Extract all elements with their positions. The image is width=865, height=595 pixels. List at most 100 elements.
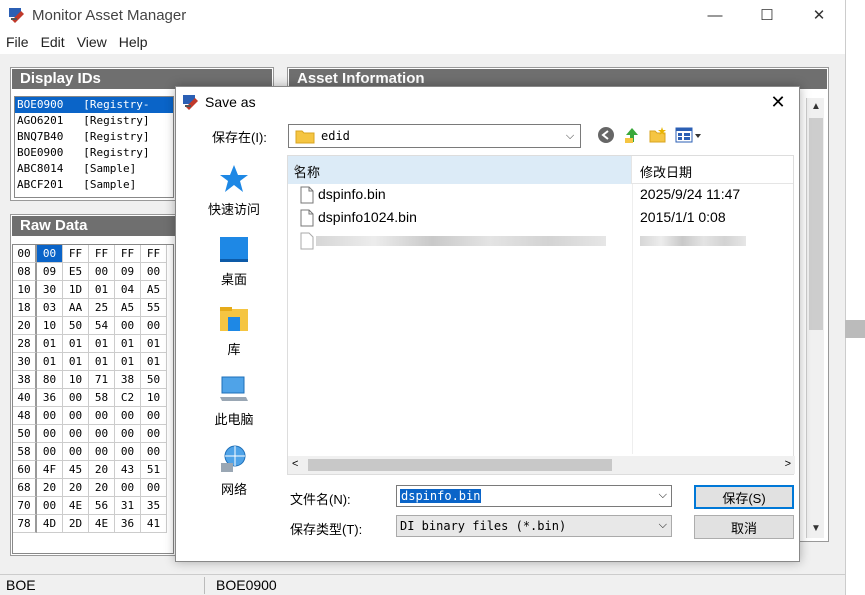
- raw-data-byte[interactable]: 01: [141, 353, 167, 371]
- raw-data-byte[interactable]: 09: [37, 263, 63, 281]
- raw-data-byte[interactable]: A5: [141, 281, 167, 299]
- up-folder-icon[interactable]: [622, 125, 642, 145]
- raw-data-byte[interactable]: 00: [37, 497, 63, 515]
- raw-data-byte[interactable]: FF: [141, 245, 167, 263]
- horizontal-scrollbar[interactable]: < >: [288, 456, 795, 474]
- raw-data-byte[interactable]: 51: [141, 461, 167, 479]
- hscroll-thumb[interactable]: [308, 459, 612, 471]
- raw-data-byte[interactable]: 10: [63, 371, 89, 389]
- display-id-item[interactable]: ABCF201 [Sample]: [15, 177, 173, 193]
- raw-data-byte[interactable]: 04: [115, 281, 141, 299]
- place-library[interactable]: 库: [194, 303, 274, 358]
- filetype-select[interactable]: DI binary files (*.bin) ⌵: [396, 515, 672, 537]
- column-dropdown-icon[interactable]: ⌵: [294, 162, 304, 178]
- menu-help[interactable]: Help: [113, 34, 154, 50]
- raw-data-byte[interactable]: 00: [63, 443, 89, 461]
- raw-data-byte[interactable]: 25: [89, 299, 115, 317]
- raw-data-byte[interactable]: 00: [89, 425, 115, 443]
- chevron-down-icon[interactable]: ⌵: [659, 489, 667, 502]
- raw-data-byte[interactable]: 54: [89, 317, 115, 335]
- raw-data-byte[interactable]: 00: [89, 263, 115, 281]
- column-name[interactable]: 名称 ^ ⌵: [288, 156, 632, 184]
- close-button[interactable]: ✕: [793, 0, 845, 30]
- raw-data-byte[interactable]: 01: [63, 335, 89, 353]
- raw-data-byte[interactable]: A5: [115, 299, 141, 317]
- raw-data-byte[interactable]: 01: [115, 353, 141, 371]
- raw-data-byte[interactable]: 00: [141, 407, 167, 425]
- raw-data-byte[interactable]: 10: [141, 389, 167, 407]
- menu-view[interactable]: View: [71, 34, 113, 50]
- menu-edit[interactable]: Edit: [35, 34, 71, 50]
- menu-file[interactable]: File: [0, 34, 35, 50]
- raw-data-byte[interactable]: 00: [115, 443, 141, 461]
- raw-data-byte[interactable]: 58: [89, 389, 115, 407]
- raw-data-byte[interactable]: 31: [115, 497, 141, 515]
- display-id-item[interactable]: BNQ7B40 [Registry]: [15, 129, 173, 145]
- maximize-button[interactable]: ☐: [741, 0, 793, 30]
- raw-data-byte[interactable]: 30: [37, 281, 63, 299]
- scrollbar-thumb[interactable]: [809, 118, 823, 330]
- raw-data-byte[interactable]: 10: [37, 317, 63, 335]
- raw-data-byte[interactable]: 43: [115, 461, 141, 479]
- save-in-combo[interactable]: edid ⌵: [288, 124, 581, 148]
- raw-data-byte[interactable]: 00: [37, 245, 63, 263]
- raw-data-byte[interactable]: 01: [63, 353, 89, 371]
- display-id-item[interactable]: BOE0900 [Registry]: [15, 145, 173, 161]
- raw-data-byte[interactable]: 00: [115, 317, 141, 335]
- raw-data-byte[interactable]: 4E: [89, 515, 115, 533]
- raw-data-byte[interactable]: 80: [37, 371, 63, 389]
- raw-data-byte[interactable]: 00: [37, 425, 63, 443]
- raw-data-byte[interactable]: 01: [37, 335, 63, 353]
- raw-data-byte[interactable]: 20: [37, 479, 63, 497]
- place-this-pc[interactable]: 此电脑: [194, 373, 274, 428]
- raw-data-byte[interactable]: 00: [115, 425, 141, 443]
- chevron-down-icon[interactable]: ⌵: [659, 519, 667, 532]
- back-icon[interactable]: [596, 125, 616, 145]
- raw-data-byte[interactable]: 4D: [37, 515, 63, 533]
- raw-data-byte[interactable]: 00: [115, 407, 141, 425]
- raw-data-byte[interactable]: 71: [89, 371, 115, 389]
- raw-data-byte[interactable]: 4F: [37, 461, 63, 479]
- asset-info-scrollbar[interactable]: ▲ ▼: [806, 98, 824, 538]
- raw-data-byte[interactable]: 01: [141, 335, 167, 353]
- place-desktop[interactable]: 桌面: [194, 233, 274, 288]
- raw-data-byte[interactable]: 20: [89, 461, 115, 479]
- scroll-left-icon[interactable]: <: [292, 458, 298, 470]
- raw-data-byte[interactable]: 50: [141, 371, 167, 389]
- raw-data-byte[interactable]: 01: [89, 353, 115, 371]
- raw-data-byte[interactable]: 00: [89, 407, 115, 425]
- display-id-item[interactable]: ABC8014 [Sample]: [15, 161, 173, 177]
- minimize-button[interactable]: —: [689, 0, 741, 30]
- raw-data-byte[interactable]: 36: [115, 515, 141, 533]
- cancel-button[interactable]: 取消: [694, 515, 794, 539]
- scroll-up-icon[interactable]: ▲: [807, 98, 825, 116]
- raw-data-byte[interactable]: 01: [89, 335, 115, 353]
- save-button[interactable]: 保存(S): [694, 485, 794, 509]
- raw-data-byte[interactable]: FF: [63, 245, 89, 263]
- raw-data-byte[interactable]: 01: [89, 281, 115, 299]
- display-ids-list[interactable]: BOE0900 [Registry- AGO6201 [Registry] BN…: [14, 96, 174, 198]
- place-network[interactable]: 网络: [194, 443, 274, 498]
- raw-data-byte[interactable]: C2: [115, 389, 141, 407]
- raw-data-byte[interactable]: 41: [141, 515, 167, 533]
- file-row[interactable]: dspinfo.bin 2025/9/24 11:47: [288, 184, 793, 206]
- raw-data-byte[interactable]: 4E: [63, 497, 89, 515]
- raw-data-byte[interactable]: AA: [63, 299, 89, 317]
- raw-data-byte[interactable]: 36: [37, 389, 63, 407]
- raw-data-byte[interactable]: 09: [115, 263, 141, 281]
- raw-data-byte[interactable]: 2D: [63, 515, 89, 533]
- file-row[interactable]: dspinfo1024.bin 2015/1/1 0:08: [288, 207, 793, 229]
- raw-data-byte[interactable]: 00: [115, 479, 141, 497]
- raw-data-byte[interactable]: 45: [63, 461, 89, 479]
- raw-data-byte[interactable]: 20: [63, 479, 89, 497]
- raw-data-byte[interactable]: 00: [141, 425, 167, 443]
- raw-data-byte[interactable]: 00: [63, 389, 89, 407]
- display-id-item[interactable]: BOE0900 [Registry-: [15, 97, 173, 113]
- raw-data-byte[interactable]: 1D: [63, 281, 89, 299]
- raw-data-byte[interactable]: 56: [89, 497, 115, 515]
- raw-data-byte[interactable]: 00: [63, 407, 89, 425]
- raw-data-byte[interactable]: 00: [63, 425, 89, 443]
- raw-data-byte[interactable]: 00: [37, 443, 63, 461]
- scroll-right-icon[interactable]: >: [785, 458, 791, 470]
- raw-data-byte[interactable]: 20: [89, 479, 115, 497]
